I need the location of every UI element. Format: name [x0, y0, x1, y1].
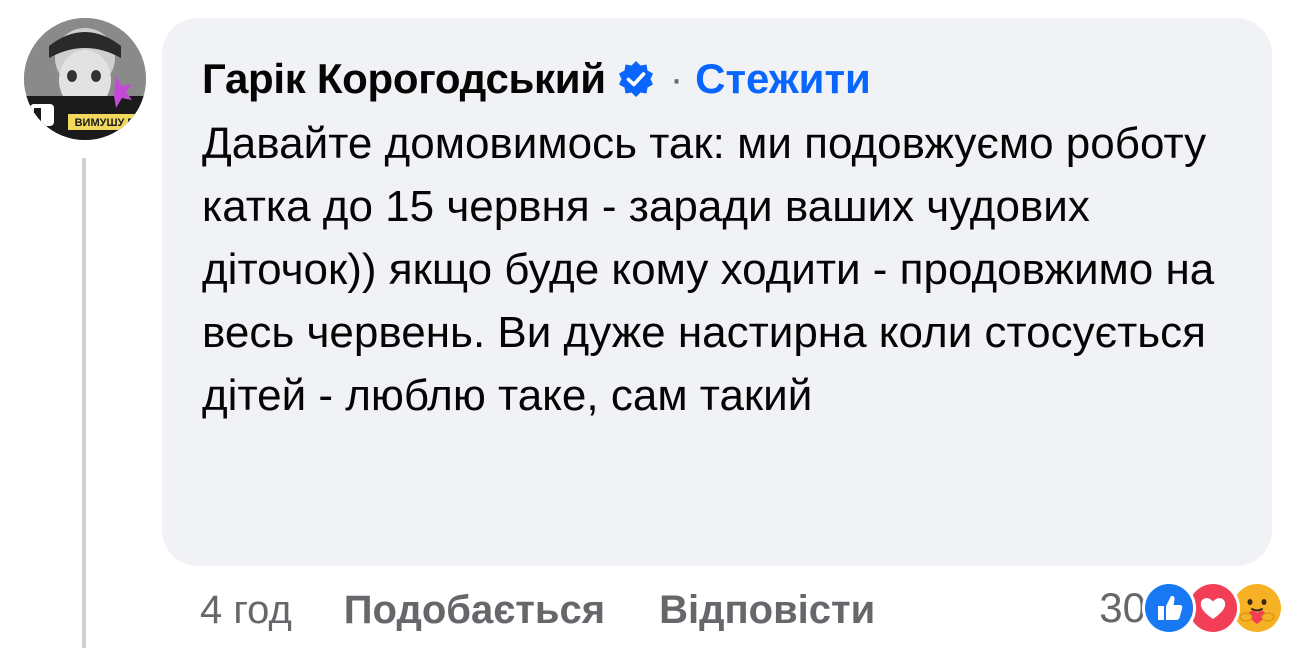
timestamp[interactable]: 4 год — [200, 588, 292, 633]
thread-line — [82, 158, 86, 648]
avatar-caption: ВИМУШУ В — [75, 117, 136, 129]
verified-badge-icon — [616, 59, 656, 99]
comment: ВИМУШУ В Гарік Корогодський · Стежити Да… — [0, 0, 1304, 648]
reactions-summary[interactable]: 30 — [1099, 578, 1284, 638]
comment-actions: 4 год Подобається Відповісти — [200, 582, 875, 638]
comment-bubble: Гарік Корогодський · Стежити Давайте дом… — [162, 18, 1272, 566]
comment-text: Давайте домовимось так: ми подовжуємо ро… — [202, 119, 1215, 420]
like-button[interactable]: Подобається — [344, 588, 605, 633]
reaction-count: 30 — [1099, 584, 1146, 631]
separator-dot: · — [669, 56, 684, 101]
avatar[interactable]: ВИМУШУ В — [24, 18, 146, 140]
follow-button[interactable]: Стежити — [695, 55, 871, 103]
author-name[interactable]: Гарік Корогодський — [202, 55, 606, 103]
reply-button[interactable]: Відповісти — [659, 588, 875, 633]
avatar-image: ВИМУШУ В — [24, 18, 146, 140]
author-row: Гарік Корогодський · Стежити — [202, 52, 871, 106]
like-reaction-icon — [1142, 581, 1196, 635]
